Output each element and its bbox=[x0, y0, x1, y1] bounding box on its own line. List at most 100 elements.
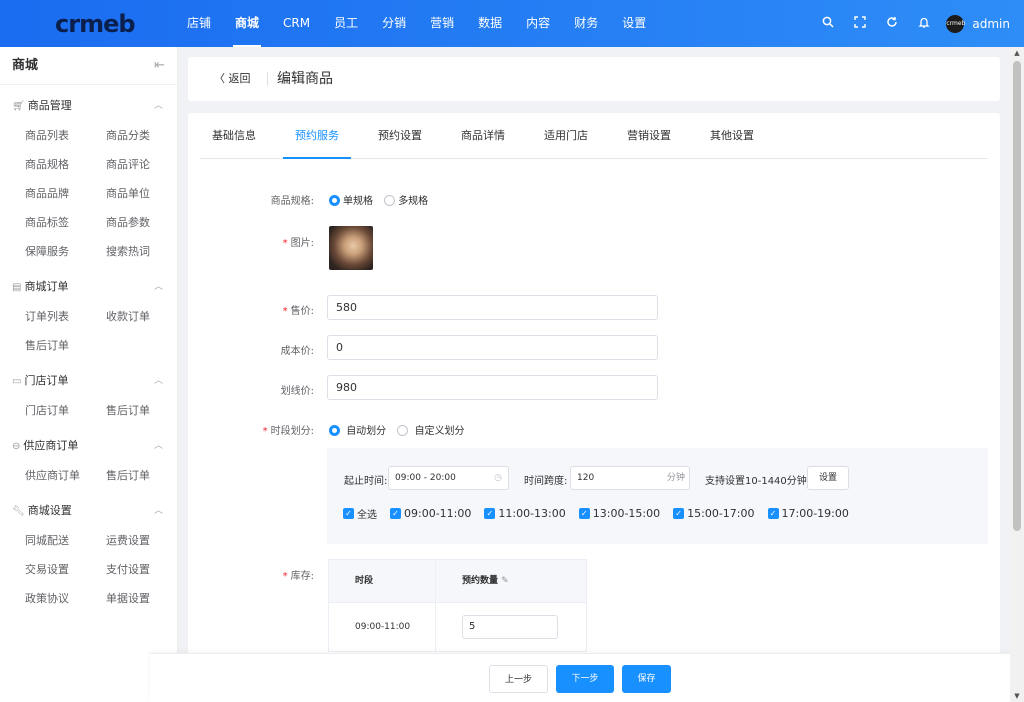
sidebar-item-order-list[interactable]: 订单列表 bbox=[25, 302, 106, 331]
spec-single-radio[interactable]: 单规格 bbox=[329, 195, 373, 207]
bell-icon[interactable] bbox=[908, 16, 940, 32]
edit-icon[interactable]: ✎ bbox=[501, 576, 509, 586]
clock-icon: ◷ bbox=[494, 473, 502, 483]
sidebar-item-payment-order[interactable]: 收款订单 bbox=[106, 302, 187, 331]
checkbox-slot[interactable]: ✓ 13:00-15:00 bbox=[578, 506, 660, 521]
brand-logo[interactable]: crmeb bbox=[55, 10, 136, 38]
tab-marketing-settings[interactable]: 营销设置 bbox=[615, 113, 683, 158]
tab-product-details[interactable]: 商品详情 bbox=[449, 113, 517, 158]
spec-radio-group: 单规格 多规格 bbox=[329, 192, 436, 207]
fullscreen-icon[interactable] bbox=[844, 15, 876, 32]
back-button[interactable]: 〈 返回 bbox=[214, 57, 251, 101]
nav-item-store[interactable]: 店铺 bbox=[175, 0, 223, 47]
sidebar-item-product-brand[interactable]: 商品品牌 bbox=[25, 179, 106, 208]
sidebar-item-store-after-sale[interactable]: 售后订单 bbox=[106, 396, 187, 425]
scrollbar-thumb[interactable] bbox=[1013, 61, 1021, 531]
collapse-sidebar-icon[interactable]: ⇤ bbox=[154, 47, 165, 85]
original-price-input[interactable]: 980 bbox=[327, 375, 658, 400]
sidebar-item-local-delivery[interactable]: 同城配送 bbox=[25, 526, 106, 555]
checkbox-slot[interactable]: ✓ 15:00-17:00 bbox=[673, 506, 755, 521]
sidebar-item-receipt-settings[interactable]: 单据设置 bbox=[106, 584, 187, 613]
sidebar-item-hot-search[interactable]: 搜索热词 bbox=[106, 237, 187, 266]
nav-item-crm[interactable]: CRM bbox=[271, 0, 322, 47]
radio-unchecked-icon bbox=[397, 425, 409, 436]
sidebar-item-guarantee[interactable]: 保障服务 bbox=[25, 237, 106, 266]
tab-booking-settings[interactable]: 预约设置 bbox=[366, 113, 434, 158]
refresh-icon[interactable] bbox=[876, 16, 908, 32]
username[interactable]: admin bbox=[972, 17, 1010, 31]
next-button[interactable]: 下一步 bbox=[556, 665, 614, 693]
timeslot-auto-radio[interactable]: 自动划分 bbox=[329, 425, 386, 437]
sidebar-group-product[interactable]: 🛒︎ 商品管理 ︿ bbox=[0, 91, 177, 121]
span-input[interactable]: 120 分钟 bbox=[570, 466, 690, 490]
top-nav: 店铺 商城 CRM 员工 分销 营销 数据 内容 财务 设置 bbox=[175, 0, 658, 47]
sidebar-item-product-tag[interactable]: 商品标签 bbox=[25, 208, 106, 237]
sidebar-group-mall-orders[interactable]: ▤ 商城订单 ︿ bbox=[0, 272, 177, 302]
checkbox-select-all[interactable]: ✓ 全选 bbox=[343, 506, 377, 521]
sidebar-item-payment-settings[interactable]: 支付设置 bbox=[106, 555, 187, 584]
nav-item-content[interactable]: 内容 bbox=[514, 0, 562, 47]
sidebar-group-mall-settings[interactable]: 🔧︎ 商城设置 ︿ bbox=[0, 496, 177, 526]
form-tabs: 基础信息 预约服务 预约设置 商品详情 适用门店 营销设置 其他设置 bbox=[200, 113, 988, 159]
spec-multi-radio[interactable]: 多规格 bbox=[384, 195, 428, 207]
nav-item-mall[interactable]: 商城 bbox=[223, 0, 271, 47]
set-button[interactable]: 设置 bbox=[807, 466, 849, 490]
scroll-up-icon[interactable]: ▲ bbox=[1010, 49, 1024, 57]
sidebar-item-product-review[interactable]: 商品评论 bbox=[106, 150, 187, 179]
sidebar-item-policy[interactable]: 政策协议 bbox=[25, 584, 106, 613]
column-header: 时段 bbox=[329, 560, 436, 602]
timeslot-radio-group: 自动划分 自定义划分 bbox=[329, 422, 473, 437]
nav-item-settings[interactable]: 设置 bbox=[610, 0, 658, 47]
page-scrollbar[interactable]: ▲ ▼ bbox=[1010, 47, 1024, 702]
sidebar-group-supplier-orders[interactable]: ⊖ 供应商订单 ︿ bbox=[0, 431, 177, 461]
nav-item-data[interactable]: 数据 bbox=[466, 0, 514, 47]
time-range-picker[interactable]: 09:00 - 20:00 ◷ bbox=[388, 466, 509, 490]
span-label: 时间跨度: bbox=[524, 476, 568, 487]
sidebar-item-product-category[interactable]: 商品分类 bbox=[106, 121, 187, 150]
nav-item-marketing[interactable]: 营销 bbox=[418, 0, 466, 47]
prev-button[interactable]: 上一步 bbox=[489, 665, 548, 693]
checkbox-slot[interactable]: ✓ 11:00-13:00 bbox=[484, 506, 566, 521]
sidebar-item-product-param[interactable]: 商品参数 bbox=[106, 208, 187, 237]
avatar[interactable]: crmeb bbox=[946, 14, 965, 33]
qty-input[interactable]: 5 bbox=[462, 615, 558, 639]
top-navbar: crmeb 店铺 商城 CRM 员工 分销 营销 数据 内容 财务 设置 crm… bbox=[0, 0, 1024, 47]
sidebar-item-after-sale[interactable]: 售后订单 bbox=[25, 331, 106, 360]
sidebar-item-supplier-order[interactable]: 供应商订单 bbox=[25, 461, 106, 490]
radio-checked-icon bbox=[329, 425, 340, 436]
price-input[interactable]: 580 bbox=[327, 295, 658, 320]
scroll-down-icon[interactable]: ▼ bbox=[1010, 692, 1024, 700]
checkbox-slot[interactable]: ✓ 09:00-11:00 bbox=[390, 506, 471, 521]
sidebar-item-product-unit[interactable]: 商品单位 bbox=[106, 179, 187, 208]
sidebar-title-text: 商城 bbox=[12, 58, 39, 73]
sidebar-item-product-spec[interactable]: 商品规格 bbox=[25, 150, 106, 179]
sidebar-group-store-orders[interactable]: ▭ 门店订单 ︿ bbox=[0, 366, 177, 396]
timeslot-label-text: 时段划分: bbox=[270, 426, 314, 437]
tab-applicable-stores[interactable]: 适用门店 bbox=[532, 113, 600, 158]
sidebar-group-label: 商城设置 bbox=[27, 504, 72, 517]
checkbox-checked-icon: ✓ bbox=[673, 508, 685, 519]
checkbox-slot[interactable]: ✓ 17:00-19:00 bbox=[767, 506, 849, 521]
cost-input[interactable]: 0 bbox=[327, 335, 658, 360]
sidebar-item-shipping[interactable]: 运费设置 bbox=[106, 526, 187, 555]
sidebar-item-supplier-after-sale[interactable]: 售后订单 bbox=[106, 461, 187, 490]
timeslot-custom-radio[interactable]: 自定义划分 bbox=[397, 425, 465, 437]
product-image[interactable] bbox=[329, 226, 373, 270]
stock-table: 时段 预约数量 ✎ 09:00-11:00 5 bbox=[328, 559, 587, 652]
sidebar-item-store-order[interactable]: 门店订单 bbox=[25, 396, 106, 425]
order-icon: ▤ bbox=[12, 282, 22, 293]
nav-item-finance[interactable]: 财务 bbox=[562, 0, 610, 47]
form-footer: 上一步 下一步 保存 bbox=[150, 653, 1010, 702]
store-icon: ▭ bbox=[12, 376, 22, 387]
search-icon[interactable] bbox=[812, 16, 844, 32]
sidebar-item-trade-settings[interactable]: 交易设置 bbox=[25, 555, 106, 584]
tab-basic-info[interactable]: 基础信息 bbox=[200, 113, 268, 158]
timeslot-label: * 时段划分: bbox=[262, 426, 314, 437]
tab-booking-service[interactable]: 预约服务 bbox=[283, 113, 351, 159]
range-label: 起止时间: bbox=[344, 476, 388, 487]
nav-item-distribution[interactable]: 分销 bbox=[370, 0, 418, 47]
save-button[interactable]: 保存 bbox=[622, 665, 671, 693]
sidebar-item-product-list[interactable]: 商品列表 bbox=[25, 121, 106, 150]
nav-item-staff[interactable]: 员工 bbox=[322, 0, 370, 47]
tab-other-settings[interactable]: 其他设置 bbox=[698, 113, 766, 158]
